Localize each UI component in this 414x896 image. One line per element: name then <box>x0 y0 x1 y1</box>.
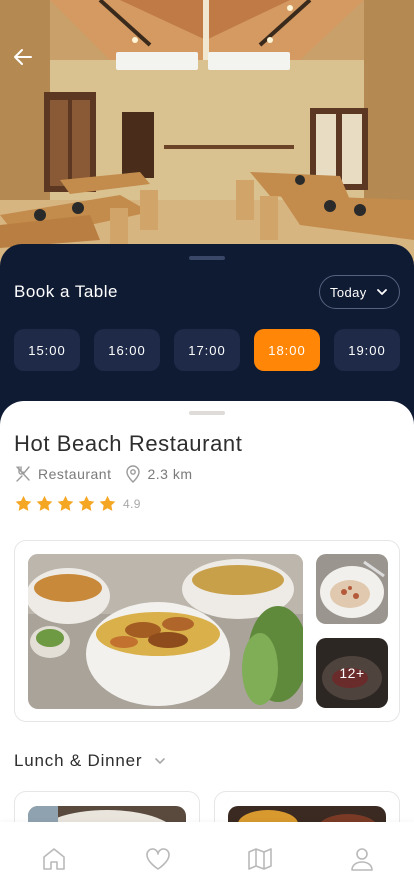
back-button[interactable] <box>8 42 38 72</box>
drag-handle[interactable] <box>189 411 225 415</box>
time-slot-label: 15:00 <box>28 342 66 358</box>
gallery-thumbnail[interactable] <box>316 554 388 624</box>
map-icon <box>248 848 272 870</box>
nav-map[interactable] <box>245 844 275 874</box>
restaurant-distance: 2.3 km <box>147 466 193 482</box>
time-slot[interactable]: 16:00 <box>94 329 160 371</box>
time-slot-label: 18:00 <box>268 342 306 358</box>
date-dropdown[interactable]: Today <box>319 275 400 309</box>
location-pin-icon <box>125 465 141 483</box>
photo-gallery: 12+ <box>14 540 400 722</box>
user-icon <box>351 848 373 871</box>
arrow-left-icon <box>14 49 32 65</box>
star-icon <box>78 495 95 511</box>
drag-handle[interactable] <box>189 256 225 260</box>
restaurant-name: Hot Beach Restaurant <box>14 431 243 456</box>
nav-favorites[interactable] <box>143 844 173 874</box>
star-icon <box>99 495 116 511</box>
time-slot[interactable]: 15:00 <box>14 329 80 371</box>
restaurant-meta: Restaurant 2.3 km <box>14 464 193 484</box>
more-photos-count: 12+ <box>316 638 388 708</box>
nav-home[interactable] <box>39 844 69 874</box>
rating-stars: 4.9 <box>14 495 141 512</box>
date-value: Today <box>330 284 367 300</box>
restaurant-category: Restaurant <box>38 466 112 482</box>
chevron-down-icon <box>376 289 387 295</box>
gallery-main-photo[interactable] <box>28 554 303 709</box>
star-icon <box>57 495 74 511</box>
menu-dropdown[interactable]: Lunch & Dinner <box>14 751 166 771</box>
hero-photo <box>0 0 414 270</box>
rating-value: 4.9 <box>123 496 141 511</box>
home-icon <box>43 848 65 870</box>
time-slot[interactable]: 19:00 <box>334 329 400 371</box>
time-slot-list: 15:00 16:00 17:00 18:00 19:00 <box>14 329 406 371</box>
gallery-more-photos[interactable]: 12+ <box>316 638 388 708</box>
time-slot-label: 19:00 <box>348 342 386 358</box>
time-slot-label: 17:00 <box>188 342 226 358</box>
fork-knife-icon <box>14 465 32 483</box>
time-slot-label: 16:00 <box>108 342 146 358</box>
time-slot-selected[interactable]: 18:00 <box>254 329 320 371</box>
chevron-down-icon <box>155 758 166 764</box>
menu-selected-label: Lunch & Dinner <box>14 751 143 770</box>
star-icon <box>36 495 53 511</box>
nav-profile[interactable] <box>347 844 377 874</box>
star-icon <box>15 495 32 511</box>
time-slot[interactable]: 17:00 <box>174 329 240 371</box>
bottom-navigation <box>0 822 414 896</box>
heart-icon <box>146 848 170 870</box>
booking-title: Book a Table <box>14 282 118 301</box>
